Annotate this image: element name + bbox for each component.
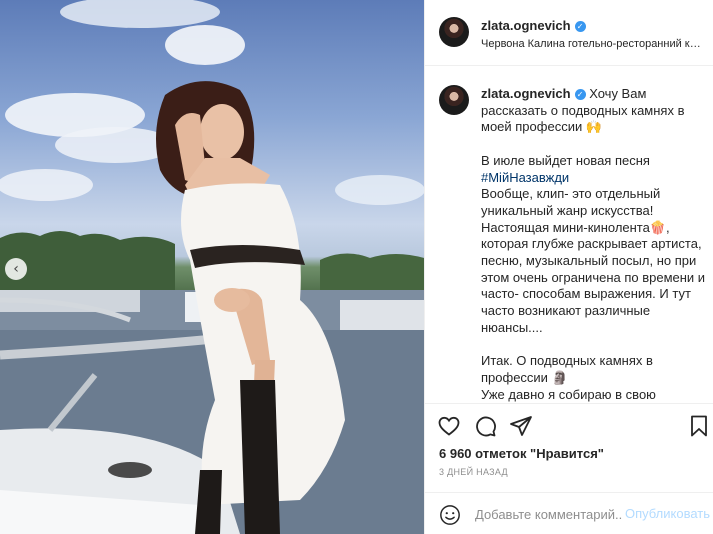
caption-username[interactable]: zlata.ognevich <box>481 86 571 101</box>
caption-avatar[interactable] <box>439 85 469 115</box>
smiley-icon[interactable] <box>439 504 461 526</box>
likes-count[interactable]: 6 960 отметок "Нравится" <box>439 446 604 461</box>
paper-plane-icon[interactable] <box>509 414 533 438</box>
comment-bubble-icon[interactable] <box>473 414 497 438</box>
action-bar <box>425 403 713 443</box>
chevron-left-icon: ‹ <box>13 261 19 277</box>
caption-paragraph-4: Уже давно я собираю в свою актёрскую коп… <box>481 386 656 402</box>
post-header: zlata.ognevich ✓ Червона Калина готельно-… <box>425 0 713 66</box>
hashtag-link[interactable]: #МійНазавжди <box>481 170 569 185</box>
caption-paragraph-2-rest: Вообще, клип- это отдельный уникальный ж… <box>481 186 706 335</box>
comment-bar: Опубликовать <box>425 492 713 534</box>
photo-scene <box>0 0 424 534</box>
username-text[interactable]: zlata.ognevich <box>481 18 571 33</box>
post-photo[interactable]: ‹ <box>0 0 424 534</box>
caption-paragraph-3: Итак. О подводных камнях в профессии 🗿 <box>481 353 653 385</box>
post-sidebar: zlata.ognevich ✓ Червона Калина готельно-… <box>424 0 713 534</box>
publish-button[interactable]: Опубликовать <box>625 506 710 521</box>
verified-badge-icon: ✓ <box>574 89 586 100</box>
header-username[interactable]: zlata.ognevich ✓ <box>481 18 586 33</box>
avatar[interactable] <box>439 17 469 47</box>
carousel-prev-button[interactable]: ‹ <box>5 258 27 280</box>
location-link[interactable]: Червона Калина готельно-ресторанний комп… <box>481 38 703 50</box>
verified-badge-icon: ✓ <box>574 21 586 32</box>
caption-paragraph-2: В июле выйдет новая песня <box>481 152 650 168</box>
bookmark-icon[interactable] <box>687 414 711 438</box>
heart-icon[interactable] <box>437 414 461 438</box>
comment-input[interactable] <box>475 502 623 526</box>
post-timestamp[interactable]: 3 ДНЕЙ НАЗАД <box>439 467 508 477</box>
caption: zlata.ognevich ✓ Хочу Вам рассказать о по… <box>481 86 706 402</box>
